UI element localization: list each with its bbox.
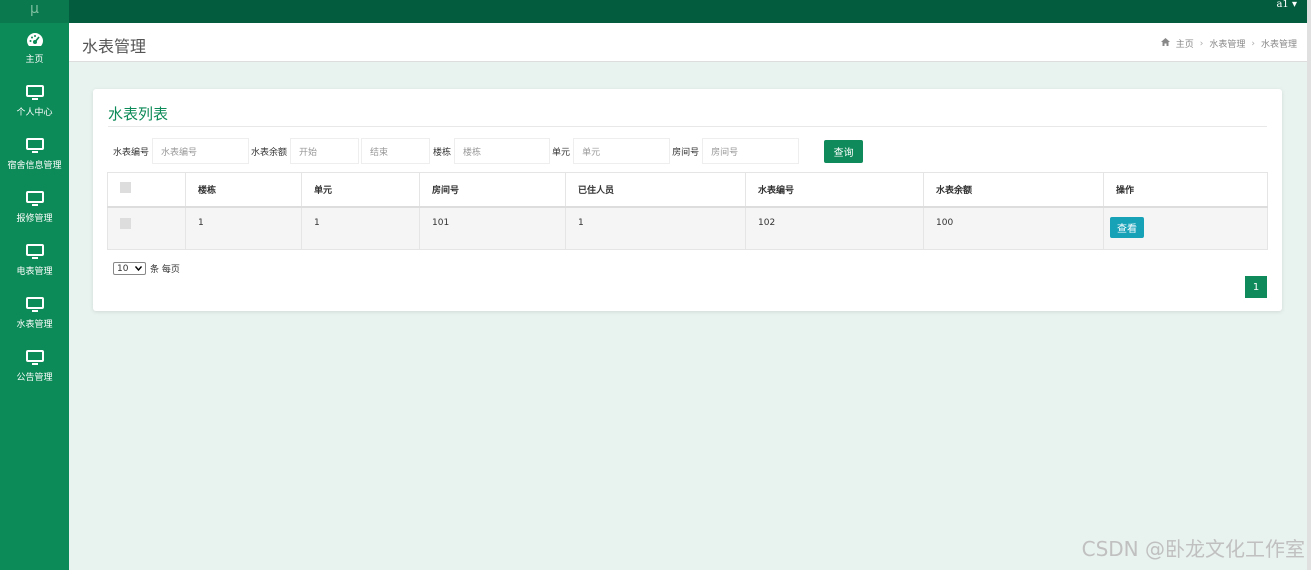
balance-end-input[interactable]: 结束 xyxy=(361,138,431,164)
breadcrumb-current: 水表管理 xyxy=(1260,40,1297,50)
balance-label: 水表余额 xyxy=(251,147,288,158)
room-input[interactable]: 房间号 xyxy=(702,138,800,164)
topbar: μ a1 ▾ xyxy=(0,0,1311,23)
page-size-select[interactable]: 10 xyxy=(113,262,146,275)
room-label: 房间号 xyxy=(672,147,700,158)
page-size-control: 10 条 每页 xyxy=(113,262,180,275)
home-icon xyxy=(1160,38,1170,49)
dashboard-icon xyxy=(25,31,45,49)
sidebar-item-label: 公告管理 xyxy=(16,373,53,383)
monitor-icon xyxy=(25,137,45,155)
monitor-icon xyxy=(25,296,45,314)
sidebar-item-repair[interactable]: 报修管理 xyxy=(0,182,69,235)
sidebar-item-home[interactable]: 主页 xyxy=(0,23,69,76)
table-header-row: 楼栋 单元 房间号 已住人员 水表编号 水表余额 操作 xyxy=(107,172,1268,208)
cell-balance: 100 xyxy=(923,206,1104,250)
sidebar-item-label: 电表管理 xyxy=(16,267,53,277)
sidebar-item-electric-meter[interactable]: 电表管理 xyxy=(0,235,69,288)
divider xyxy=(108,126,1267,127)
column-header[interactable]: 单元 xyxy=(301,172,420,208)
row-checkbox[interactable] xyxy=(120,217,131,229)
sidebar-item-label: 报修管理 xyxy=(16,214,53,224)
monitor-icon xyxy=(25,84,45,102)
cell-action: 查看 xyxy=(1103,206,1268,250)
view-button[interactable]: 查看 xyxy=(1110,216,1144,238)
sidebar-item-dorm-info[interactable]: 宿舍信息管理 xyxy=(0,129,69,182)
balance-start-input[interactable]: 开始 xyxy=(290,138,360,164)
unit-label: 单元 xyxy=(552,147,571,158)
column-header[interactable]: 楼栋 xyxy=(185,172,302,208)
page-title: 水表管理 xyxy=(82,37,147,56)
scrollbar[interactable] xyxy=(1307,0,1311,570)
select-all-cell xyxy=(107,172,186,208)
cell-occupants: 1 xyxy=(565,206,746,250)
user-menu[interactable]: a1 ▾ xyxy=(1276,0,1297,10)
monitor-icon xyxy=(25,190,45,208)
sidebar-item-label: 宿舍信息管理 xyxy=(7,161,62,171)
water-meter-list-card: 水表列表 水表编号 水表编号 水表余额 开始 结束 楼栋 楼栋 单元 单元 房间… xyxy=(93,89,1282,311)
sidebar-item-label: 主页 xyxy=(25,55,44,65)
query-button[interactable]: 查询 xyxy=(824,139,864,163)
breadcrumb-home[interactable]: 主页 xyxy=(1176,37,1194,50)
breadcrumb-item[interactable]: 水表管理 xyxy=(1209,37,1245,50)
cell-building: 1 xyxy=(185,206,302,250)
chevron-right-icon: › xyxy=(1251,38,1255,49)
search-form: 水表编号 水表编号 水表余额 开始 结束 楼栋 楼栋 单元 单元 房间号 房间号… xyxy=(113,138,864,164)
watermark: CSDN @卧龙文化工作室 xyxy=(1081,537,1305,561)
column-header[interactable]: 水表余额 xyxy=(923,172,1104,208)
cell-meter-no: 102 xyxy=(745,206,924,250)
card-title: 水表列表 xyxy=(108,105,169,123)
monitor-icon xyxy=(25,349,45,367)
meter-no-input[interactable]: 水表编号 xyxy=(152,138,250,164)
monitor-icon xyxy=(25,243,45,261)
page-header: 水表管理 主页 › 水表管理 › 水表管理 xyxy=(69,23,1311,62)
page-size-suffix: 条 每页 xyxy=(150,265,180,275)
sidebar: 主页 个人中心 宿舍信息管理 报修管理 电表管理 水表管理 公告管理 xyxy=(0,23,69,570)
sidebar-item-personal-center[interactable]: 个人中心 xyxy=(0,76,69,129)
column-header[interactable]: 已住人员 xyxy=(565,172,746,208)
table-row: 1 1 101 1 102 100 查看 xyxy=(107,206,1268,250)
cell-room: 101 xyxy=(419,206,566,250)
chevron-down-icon xyxy=(134,264,143,274)
app-logo[interactable]: μ xyxy=(0,0,69,23)
chevron-right-icon: › xyxy=(1199,38,1204,49)
select-all-checkbox[interactable] xyxy=(120,182,131,194)
building-label: 楼栋 xyxy=(433,147,452,158)
cell-unit: 1 xyxy=(301,206,420,250)
column-header: 操作 xyxy=(1103,172,1268,208)
sidebar-item-label: 个人中心 xyxy=(16,108,53,118)
water-meter-table: 楼栋 单元 房间号 已住人员 水表编号 水表余额 操作 1 1 101 1 10… xyxy=(107,172,1268,250)
unit-input[interactable]: 单元 xyxy=(573,138,671,164)
sidebar-item-water-meter[interactable]: 水表管理 xyxy=(0,288,69,341)
sidebar-item-announcement[interactable]: 公告管理 xyxy=(0,341,69,394)
meter-no-label: 水表编号 xyxy=(113,147,150,158)
row-select-cell xyxy=(107,206,186,250)
page-size-value: 10 xyxy=(117,263,129,274)
column-header[interactable]: 水表编号 xyxy=(745,172,924,208)
page-button-current[interactable]: 1 xyxy=(1245,276,1267,298)
column-header[interactable]: 房间号 xyxy=(419,172,566,208)
building-input[interactable]: 楼栋 xyxy=(454,138,551,164)
sidebar-item-label: 水表管理 xyxy=(16,320,53,330)
breadcrumb: 主页 › 水表管理 › 水表管理 xyxy=(1160,37,1297,50)
